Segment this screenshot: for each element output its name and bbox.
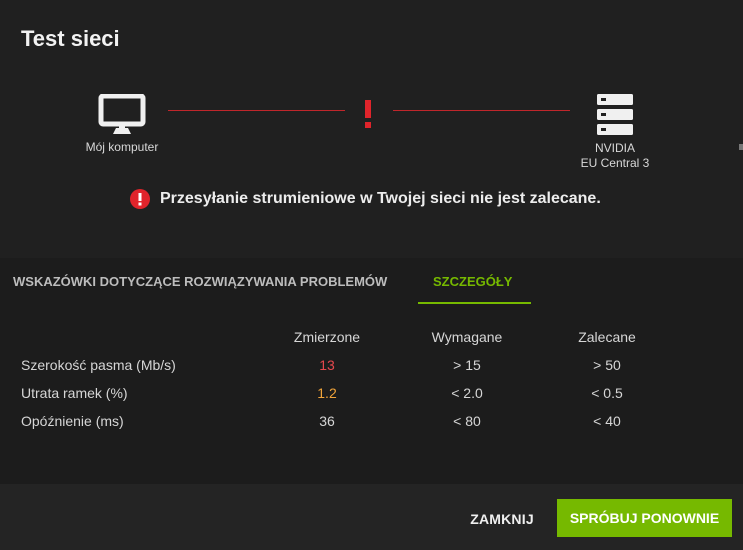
tab-bar: WSKAZÓWKI DOTYCZĄCE ROZWIĄZYWANIA PROBLE… — [0, 258, 743, 304]
exclamation-icon — [365, 100, 371, 128]
warning-banner: Przesyłanie strumieniowe w Twojej sieci … — [129, 188, 601, 210]
frame-loss-recommended: < 0.5 — [591, 385, 623, 401]
server-node: NVIDIA EU Central 3 — [565, 93, 665, 171]
dialog-footer: ZAMKNIJ SPRÓBUJ PONOWNIE — [0, 484, 743, 550]
column-header-recommended: Zalecane — [578, 329, 636, 345]
bandwidth-measured: 13 — [319, 357, 335, 373]
column-header-measured: Zmierzone — [293, 329, 361, 345]
dialog-title: Test sieci — [21, 26, 120, 51]
computer-node: Mój komputer — [72, 94, 172, 155]
alert-circle-icon — [129, 188, 151, 210]
close-button[interactable]: ZAMKNIJ — [455, 501, 549, 537]
details-table: Zmierzone Wymagane Zalecane Szerokość pa… — [0, 304, 743, 484]
retry-button[interactable]: SPRÓBUJ PONOWNIE — [557, 499, 732, 537]
network-test-header: Test sieci Mój komputer NVIDIA EU Centra… — [0, 0, 743, 258]
bandwidth-required: > 15 — [453, 357, 481, 373]
column-header-required: Wymagane — [431, 329, 503, 345]
row-label-latency: Opóźnienie (ms) — [21, 413, 124, 429]
computer-label: Mój komputer — [85, 140, 159, 154]
connection-line-right — [393, 110, 570, 111]
tab-details[interactable]: SZCZEGÓŁY — [433, 274, 512, 289]
monitor-icon — [98, 94, 146, 134]
edge-indicator — [739, 144, 743, 150]
latency-required: < 80 — [453, 413, 481, 429]
latency-recommended: < 40 — [593, 413, 621, 429]
tab-troubleshooting[interactable]: WSKAZÓWKI DOTYCZĄCE ROZWIĄZYWANIA PROBLE… — [13, 274, 387, 289]
row-label-frame-loss: Utrata ramek (%) — [21, 385, 128, 401]
frame-loss-required: < 2.0 — [451, 385, 483, 401]
server-icon — [597, 94, 633, 135]
server-label-line2: EU Central 3 — [580, 156, 650, 170]
row-label-bandwidth: Szerokość pasma (Mb/s) — [21, 357, 176, 373]
connection-line-left — [168, 110, 345, 111]
frame-loss-measured: 1.2 — [317, 385, 337, 401]
warning-message: Przesyłanie strumieniowe w Twojej sieci … — [160, 190, 601, 207]
bandwidth-recommended: > 50 — [593, 357, 621, 373]
latency-measured: 36 — [319, 413, 335, 429]
server-label-line1: NVIDIA — [594, 141, 635, 155]
